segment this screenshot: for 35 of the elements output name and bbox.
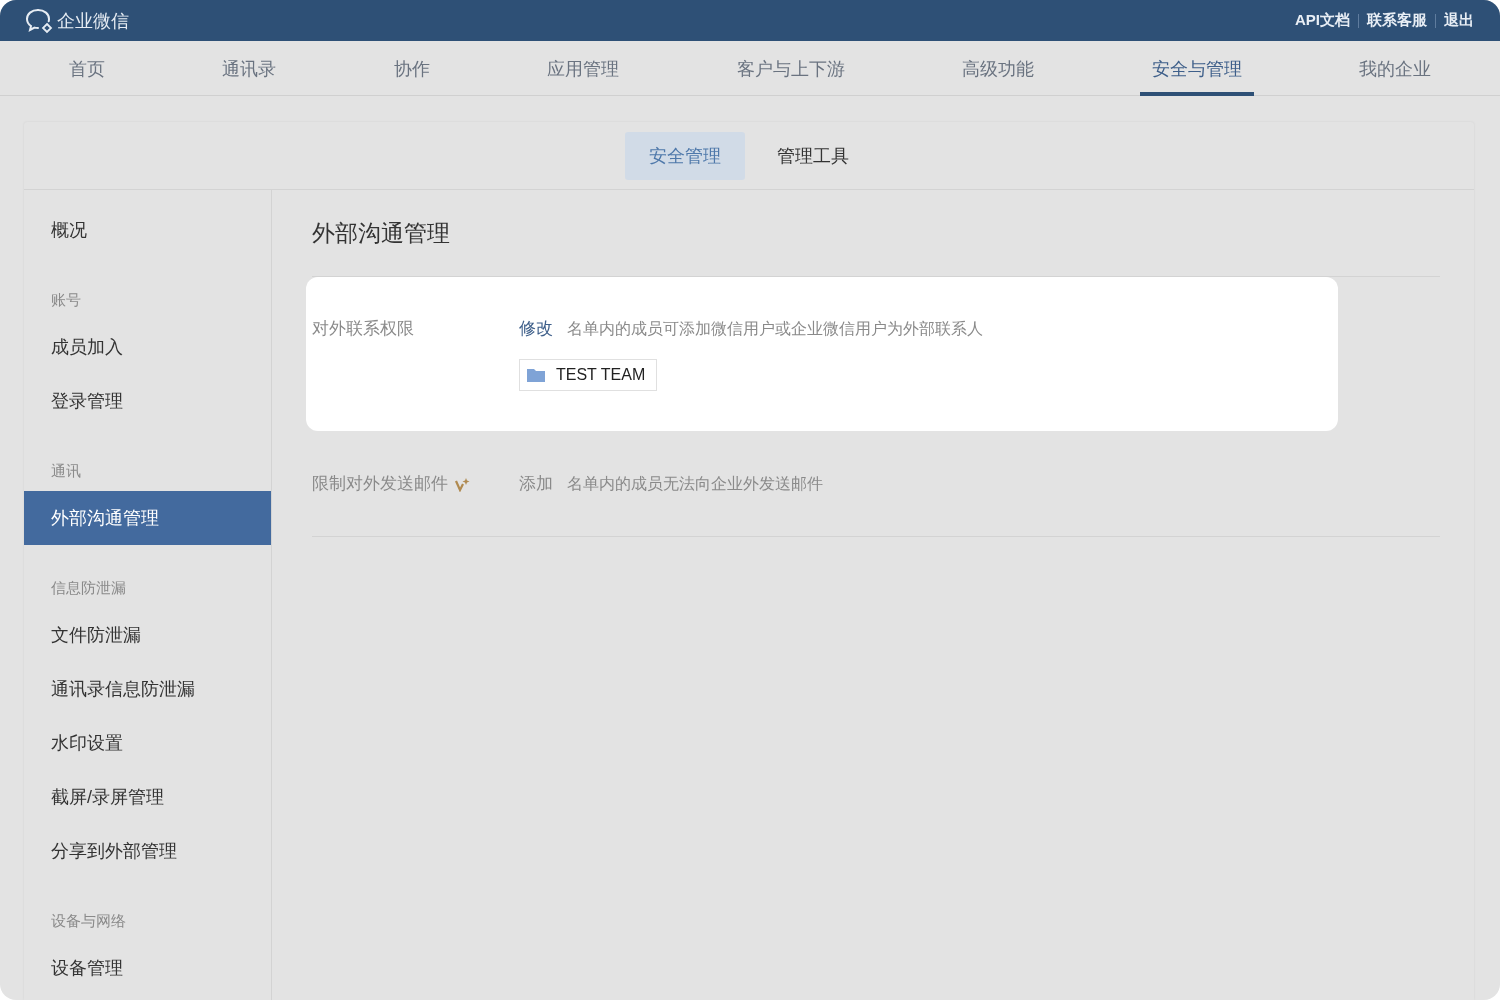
nav-tab[interactable]: 安全与管理: [1139, 41, 1254, 96]
setting-label: 对外联系权限: [312, 318, 414, 340]
nav-tab[interactable]: 通讯录: [210, 41, 289, 96]
edit-link[interactable]: 修改: [519, 317, 553, 341]
sidebar-item[interactable]: 登录管理: [24, 374, 271, 428]
sidebar-item[interactable]: 设备管理: [24, 941, 271, 995]
sidebar-item[interactable]: 截屏/录屏管理: [24, 770, 271, 824]
nav-tab[interactable]: 应用管理: [535, 41, 632, 96]
header-link[interactable]: 退出: [1444, 11, 1474, 30]
setting-description: 名单内的成员可添加微信用户或企业微信用户为外部联系人: [567, 319, 983, 339]
sidebar-item[interactable]: 分享到外部管理: [24, 824, 271, 878]
setting-label: 限制对外发送邮件: [312, 473, 448, 495]
tag-label: TEST TEAM: [556, 366, 646, 384]
sidebar-heading: 信息防泄漏: [50, 578, 127, 598]
chat-bubble-logo-icon: [24, 6, 54, 35]
sidebar-item[interactable]: 文件防泄漏: [24, 608, 271, 662]
product-name: 企业微信: [57, 9, 129, 33]
sidebar-item[interactable]: 水印设置: [24, 716, 271, 770]
sub-tab[interactable]: 管理工具: [753, 131, 873, 180]
sidebar-item[interactable]: 成员加入: [24, 320, 271, 374]
header-link[interactable]: API文档: [1295, 11, 1350, 30]
sidebar-heading: 账号: [50, 290, 82, 310]
nav-tab[interactable]: 首页: [56, 41, 117, 96]
nav-tab[interactable]: 协作: [381, 41, 442, 96]
sidebar-item[interactable]: 通讯录信息防泄漏: [24, 662, 271, 716]
sidebar-item[interactable]: 概况: [24, 203, 271, 257]
folder-icon: [526, 367, 546, 383]
header-link[interactable]: 联系客服: [1367, 11, 1427, 30]
sidebar-heading: 通讯: [50, 461, 82, 481]
nav-tab[interactable]: 高级功能: [950, 41, 1047, 96]
sidebar-heading: 设备与网络: [50, 911, 127, 931]
setting-description: 名单内的成员无法向企业外发送邮件: [567, 474, 823, 494]
sidebar-item[interactable]: 外部沟通管理: [24, 491, 271, 545]
nav-tab[interactable]: 我的企业: [1347, 41, 1444, 96]
nav-tab[interactable]: 客户与上下游: [724, 41, 857, 96]
